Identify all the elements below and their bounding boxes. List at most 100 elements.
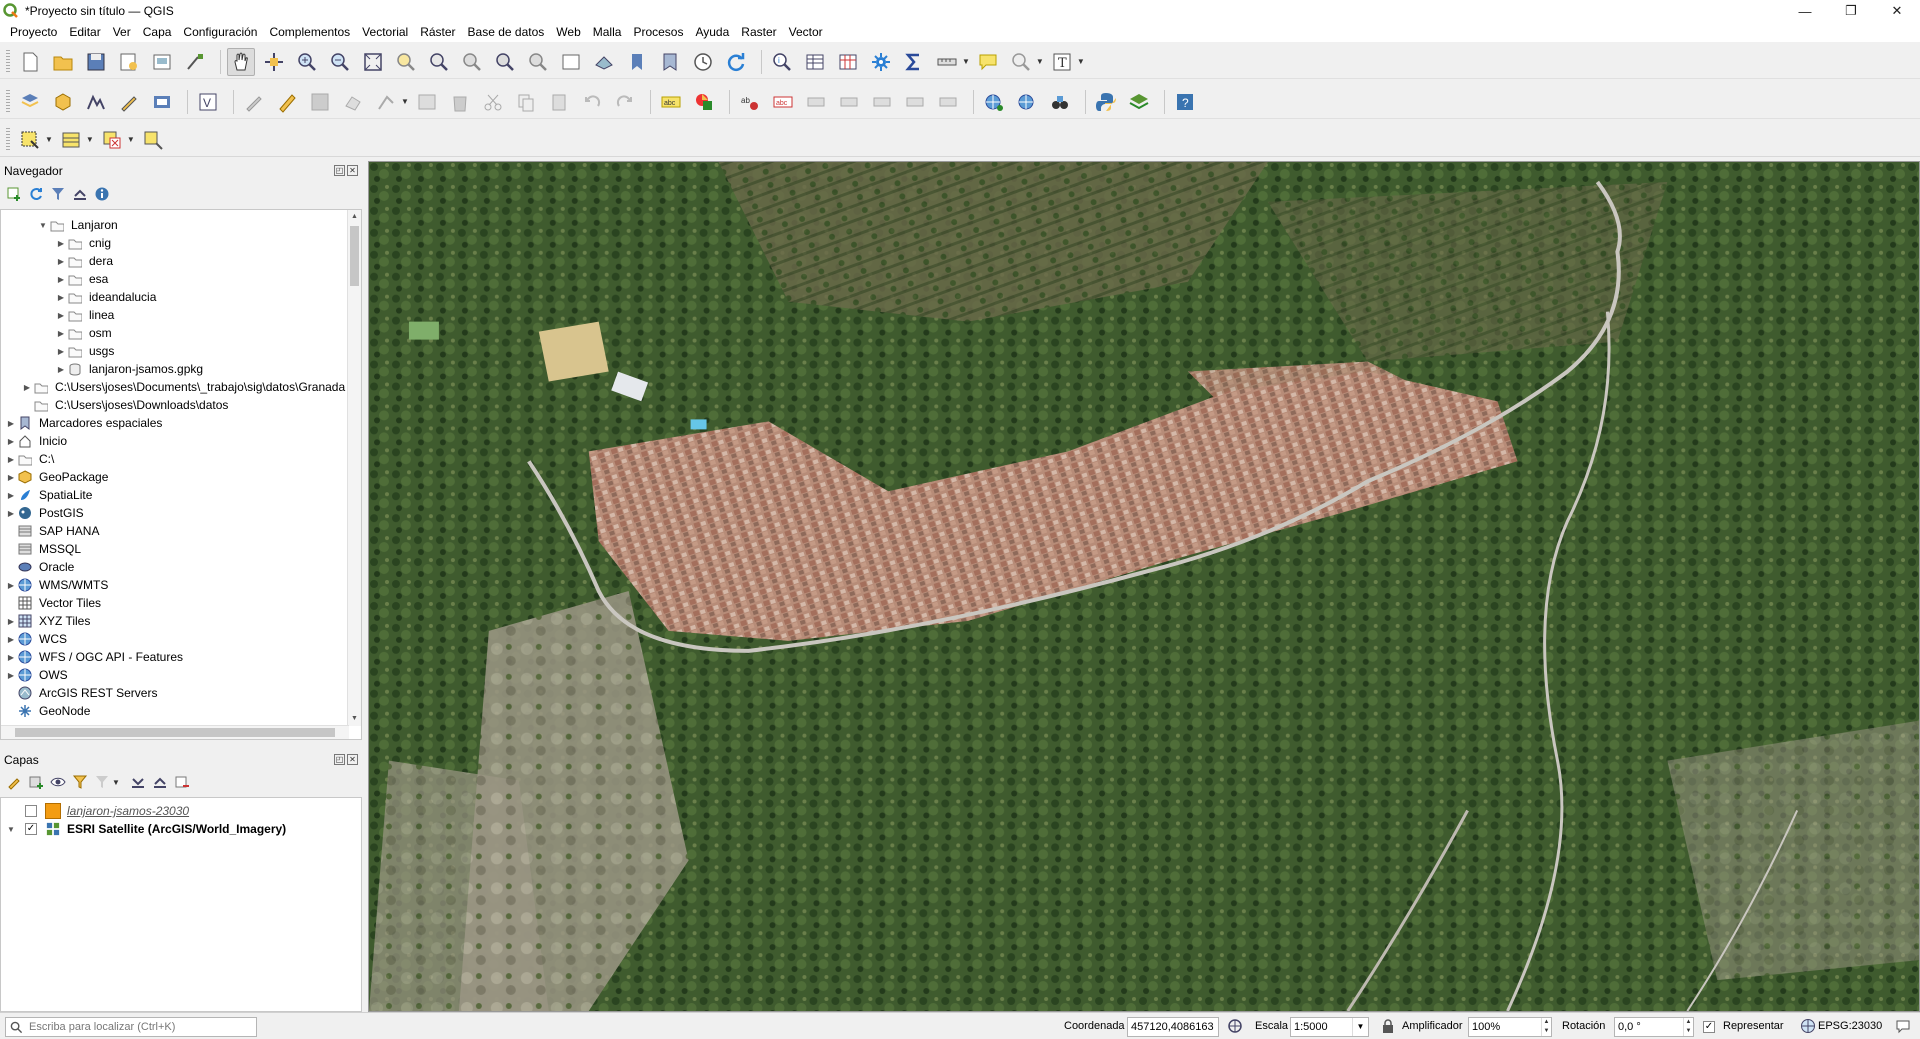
close-button[interactable]: ✕ (1874, 0, 1920, 22)
save-edits-button[interactable] (306, 88, 334, 116)
browser-item[interactable]: Vector Tiles (5, 594, 101, 612)
toggle-extents-icon[interactable] (1227, 1018, 1243, 1034)
menu-ver[interactable]: Ver (107, 22, 137, 42)
layers-tree[interactable]: lanjaron-jsamos-23030 ▼ ✓ ESRI Satellite… (0, 797, 362, 1012)
browser-item[interactable]: ▶ Marcadores espaciales (5, 414, 162, 432)
browser-item[interactable]: ▶ cnig (55, 234, 111, 252)
filter-browser-button[interactable] (50, 186, 66, 202)
browser-item[interactable]: ▶ SpatiaLite (5, 486, 92, 504)
annotation-button[interactable] (1007, 48, 1035, 76)
layer-item[interactable]: lanjaron-jsamos-23030 (25, 802, 189, 820)
layer-item[interactable]: ▼ ✓ ESRI Satellite (ArcGIS/World_Imagery… (7, 820, 286, 838)
chevron-right-icon[interactable]: ▶ (5, 635, 17, 644)
data-source-manager-button[interactable] (16, 88, 44, 116)
browser-item[interactable]: C:\Users\joses\Downloads\datos (21, 396, 228, 414)
filter-by-expression-button[interactable] (94, 774, 110, 790)
chevron-down-icon[interactable]: ▼ (1077, 57, 1085, 66)
move-label-button[interactable] (802, 88, 830, 116)
refresh-button[interactable] (722, 48, 750, 76)
zoom-to-layer-button[interactable] (425, 48, 453, 76)
chevron-right-icon[interactable]: ▶ (5, 581, 17, 590)
scrollbar-thumb[interactable] (15, 728, 335, 737)
browser-item[interactable]: ▶ C:\ (5, 450, 54, 468)
open-layer-styling-button[interactable] (6, 774, 22, 790)
browser-item[interactable]: ArcGIS REST Servers (5, 684, 157, 702)
float-panel-button[interactable]: ◰ (334, 165, 345, 176)
collapse-all-button[interactable] (72, 186, 88, 202)
scroll-up-arrow[interactable]: ▲ (348, 210, 361, 224)
new-project-button[interactable] (16, 48, 44, 76)
manage-layers-button[interactable]: V (194, 88, 222, 116)
chevron-down-icon[interactable]: ▼ (1352, 1018, 1368, 1036)
chevron-right-icon[interactable]: ▶ (5, 671, 17, 680)
browser-item[interactable]: SAP HANA (5, 522, 99, 540)
chevron-right-icon[interactable]: ▶ (5, 509, 17, 518)
collapse-all-layers-button[interactable] (152, 774, 168, 790)
browser-item[interactable]: ▶ Inicio (5, 432, 67, 450)
open-project-button[interactable] (49, 48, 77, 76)
chevron-down-icon[interactable]: ▼ (112, 778, 120, 787)
close-panel-button[interactable]: ✕ (347, 165, 358, 176)
chevron-right-icon[interactable]: ▶ (5, 437, 17, 446)
chevron-down-icon[interactable]: ▼ (962, 57, 970, 66)
lock-icon[interactable] (1382, 1019, 1394, 1033)
spin-arrows-icon[interactable]: ▲ ▼ (1683, 1018, 1693, 1036)
zoom-last-button[interactable] (491, 48, 519, 76)
chevron-down-icon[interactable]: ▼ (1036, 57, 1044, 66)
chevron-down-icon[interactable]: ▼ (7, 825, 19, 834)
add-wms-layer-button[interactable] (980, 88, 1008, 116)
browser-item[interactable]: ▶ GeoPackage (5, 468, 108, 486)
style-manager-button[interactable] (181, 48, 209, 76)
menu-complementos[interactable]: Complementos (263, 22, 356, 42)
menu-base-de-datos[interactable]: Base de datos (462, 22, 551, 42)
layer-visibility-checkbox[interactable] (25, 805, 37, 817)
browser-item[interactable]: ▶ esa (55, 270, 108, 288)
chevron-right-icon[interactable]: ▶ (5, 455, 17, 464)
browser-item[interactable]: ▼ Lanjaron (37, 216, 118, 234)
map-canvas[interactable] (368, 161, 1920, 1012)
current-edits-button[interactable] (240, 88, 268, 116)
chevron-right-icon[interactable]: ▶ (5, 653, 17, 662)
chevron-right-icon[interactable]: ▶ (55, 347, 67, 356)
statistical-summary-button[interactable] (900, 48, 928, 76)
new-virtual-layer-button[interactable] (148, 88, 176, 116)
processing-toolbox-button[interactable] (867, 48, 895, 76)
browser-item[interactable]: ▶ WCS (5, 630, 67, 648)
menu-raster[interactable]: Ráster (414, 22, 461, 42)
browser-item[interactable]: ▶ linea (55, 306, 114, 324)
python-console-button[interactable] (1092, 88, 1120, 116)
locator-search-box[interactable]: Escriba para localizar (Ctrl+K) (5, 1017, 257, 1037)
menu-ayuda[interactable]: Ayuda (689, 22, 735, 42)
refresh-browser-button[interactable] (28, 186, 44, 202)
manage-map-themes-button[interactable] (50, 774, 66, 790)
browser-item[interactable]: ▶ usgs (55, 342, 114, 360)
chevron-down-icon[interactable]: ▼ (401, 97, 409, 106)
new-map-view-button[interactable] (557, 48, 585, 76)
rotation-spinbox[interactable]: 0,0 ° ▲ ▼ (1614, 1017, 1694, 1037)
expand-all-button[interactable] (130, 774, 146, 790)
browser-item[interactable]: ▶ PostGIS (5, 504, 84, 522)
chevron-right-icon[interactable]: ▶ (21, 383, 33, 392)
horizontal-scrollbar[interactable] (1, 725, 349, 739)
rotate-label-button[interactable] (835, 88, 863, 116)
zoom-out-button[interactable] (326, 48, 354, 76)
chevron-right-icon[interactable]: ▶ (55, 293, 67, 302)
zoom-native-button[interactable] (458, 48, 486, 76)
magnifier-spinbox[interactable]: 100% ▲ ▼ (1468, 1017, 1552, 1037)
quickmapservices-button[interactable] (1046, 88, 1074, 116)
cut-features-button[interactable] (479, 88, 507, 116)
layer-diagram-button[interactable] (690, 88, 718, 116)
messages-icon[interactable] (1895, 1018, 1911, 1034)
add-feature-button[interactable] (339, 88, 367, 116)
paste-features-button[interactable] (545, 88, 573, 116)
toggle-editing-button[interactable] (273, 88, 301, 116)
zoom-full-button[interactable] (359, 48, 387, 76)
new-spatial-bookmark-button[interactable] (623, 48, 651, 76)
add-wfs-layer-button[interactable] (1013, 88, 1041, 116)
temporal-controller-button[interactable] (689, 48, 717, 76)
chevron-down-icon[interactable]: ▼ (86, 135, 94, 144)
add-group-button[interactable] (28, 774, 44, 790)
menu-capa[interactable]: Capa (137, 22, 178, 42)
chevron-right-icon[interactable]: ▶ (5, 491, 17, 500)
crs-globe-icon[interactable] (1800, 1018, 1816, 1034)
